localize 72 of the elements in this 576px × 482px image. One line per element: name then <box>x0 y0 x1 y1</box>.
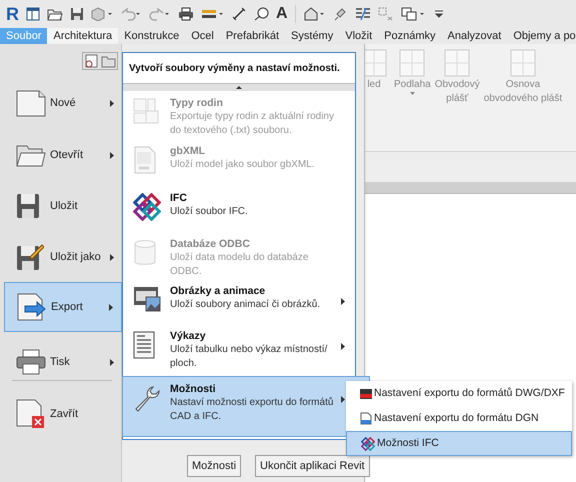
save-icon[interactable] <box>70 7 84 21</box>
menu-item[interactable]: Nové <box>4 78 122 128</box>
dimension-icon[interactable] <box>232 7 246 21</box>
submenu-item[interactable]: Výkazy Uloží tabulku nebo výkaz místností/ ploch. <box>123 324 355 376</box>
house-icon[interactable] <box>302 7 327 21</box>
project-icon[interactable] <box>26 7 40 21</box>
options-button[interactable]: Možnosti <box>187 455 242 477</box>
submenu-item-description: Nastaví možnosti exportu do formátů CAD a IFC. <box>170 396 334 424</box>
ifc-logo-icon <box>133 193 161 221</box>
exit-button[interactable]: Ukončit aplikaci Revit <box>255 455 370 477</box>
submenu-item[interactable]: Možnosti Nastaví možnosti exportu do formátů CAD a IFC. <box>122 376 370 437</box>
submenu-item-title: Databáze ODBC <box>170 237 251 251</box>
submenu-item-title: Typy rodin <box>170 96 224 110</box>
menu-item[interactable]: Tisk <box>4 337 122 387</box>
ribbon-tab[interactable]: Poznámky <box>378 28 442 44</box>
submenu-item-title: IFC <box>170 191 188 205</box>
menu-item[interactable]: Zavřít <box>4 389 122 439</box>
ribbon-tab[interactable]: Vložit <box>339 28 378 44</box>
recent-documents-icon[interactable] <box>83 53 100 69</box>
text-tool-icon[interactable]: A <box>276 6 288 22</box>
wrench-icon <box>133 384 161 412</box>
windows-icon[interactable] <box>400 7 427 21</box>
dgn-file-icon <box>360 412 372 425</box>
menu-item[interactable]: Uložit <box>4 181 122 231</box>
ribbon-tab[interactable]: Analyzovat <box>442 28 508 44</box>
submenu-item-title: Výkazy <box>170 329 207 343</box>
menu-item[interactable]: Uložit jako <box>4 232 122 282</box>
submenu-item-description: Uloží tabulku nebo výkaz místností/ ploch. <box>170 343 328 371</box>
submenu-item-title: Možnosti <box>170 382 216 396</box>
ribbon-tab[interactable]: Architektura <box>47 28 118 44</box>
folder-icon[interactable] <box>47 7 63 21</box>
caret-icon[interactable] <box>410 92 415 95</box>
submenu-item[interactable]: IFC Uloží soubor IFC. <box>123 186 355 232</box>
submenu-item-description: Uloží soubory animací či obrázků. <box>170 298 322 312</box>
new-document-icon <box>16 89 46 117</box>
ribbon-tab[interactable]: Systémy <box>285 28 340 44</box>
ribbon-tab[interactable]: Prefabrikát <box>220 28 286 44</box>
measure-icon[interactable] <box>201 7 225 21</box>
submenu-item-title: Obrázky a animace <box>170 284 266 298</box>
dwg-file-icon <box>360 388 372 400</box>
switch-windows-icon[interactable] <box>378 7 394 21</box>
submenu-item[interactable]: Obrázky a animace Uloží soubory animací či obrázků. <box>123 279 355 324</box>
film-strip-icon <box>133 286 161 312</box>
folder-icon <box>16 143 46 167</box>
ifc-logo-icon <box>361 436 375 450</box>
flyout-item-label: Nastavení exportu do formátů DWG/DXF <box>374 386 565 401</box>
ribbon-tab[interactable]: Konstrukce <box>118 28 186 44</box>
app-logo[interactable]: R <box>6 5 19 23</box>
submenu-item-description: Uloží model jako soubor gbXML. <box>170 158 316 172</box>
menu-item[interactable]: Export <box>4 282 122 332</box>
flyout-item-label: Možnosti IFC <box>377 436 439 451</box>
pin-icon[interactable] <box>334 7 348 21</box>
family-types-icon <box>133 98 159 124</box>
printer-icon[interactable] <box>178 7 194 21</box>
scroll-up-icon[interactable] <box>236 86 242 89</box>
report-icon <box>133 331 155 359</box>
database-icon <box>133 239 157 267</box>
list-icon[interactable] <box>354 7 371 21</box>
save-as-icon <box>16 243 44 271</box>
flyout-item[interactable]: Možnosti IFC <box>346 431 572 456</box>
submenu-item-description: Uloží soubor IFC. <box>170 205 249 219</box>
ribbon-tab[interactable]: Objemy a po <box>507 28 576 44</box>
ribbon-tab[interactable]: Ocel <box>185 28 220 44</box>
menu-item[interactable]: Otevřít <box>4 130 122 180</box>
printer-icon <box>16 349 46 375</box>
flyout-item-label: Nastavení exportu do formátu DGN <box>374 410 539 426</box>
close-document-icon <box>16 399 46 429</box>
submenu-item-description: Exportuje typy rodin z aktuální rodiny do textového (.txt) souboru. <box>170 110 335 138</box>
submenu-item-title: gbXML <box>170 144 206 158</box>
submenu-header: Vytvoří soubory výměny a nastaví možnosti. <box>128 62 341 76</box>
document-icon <box>133 146 157 174</box>
submenu-item-description: Uloží data modelu do databáze ODBC. <box>170 251 310 279</box>
